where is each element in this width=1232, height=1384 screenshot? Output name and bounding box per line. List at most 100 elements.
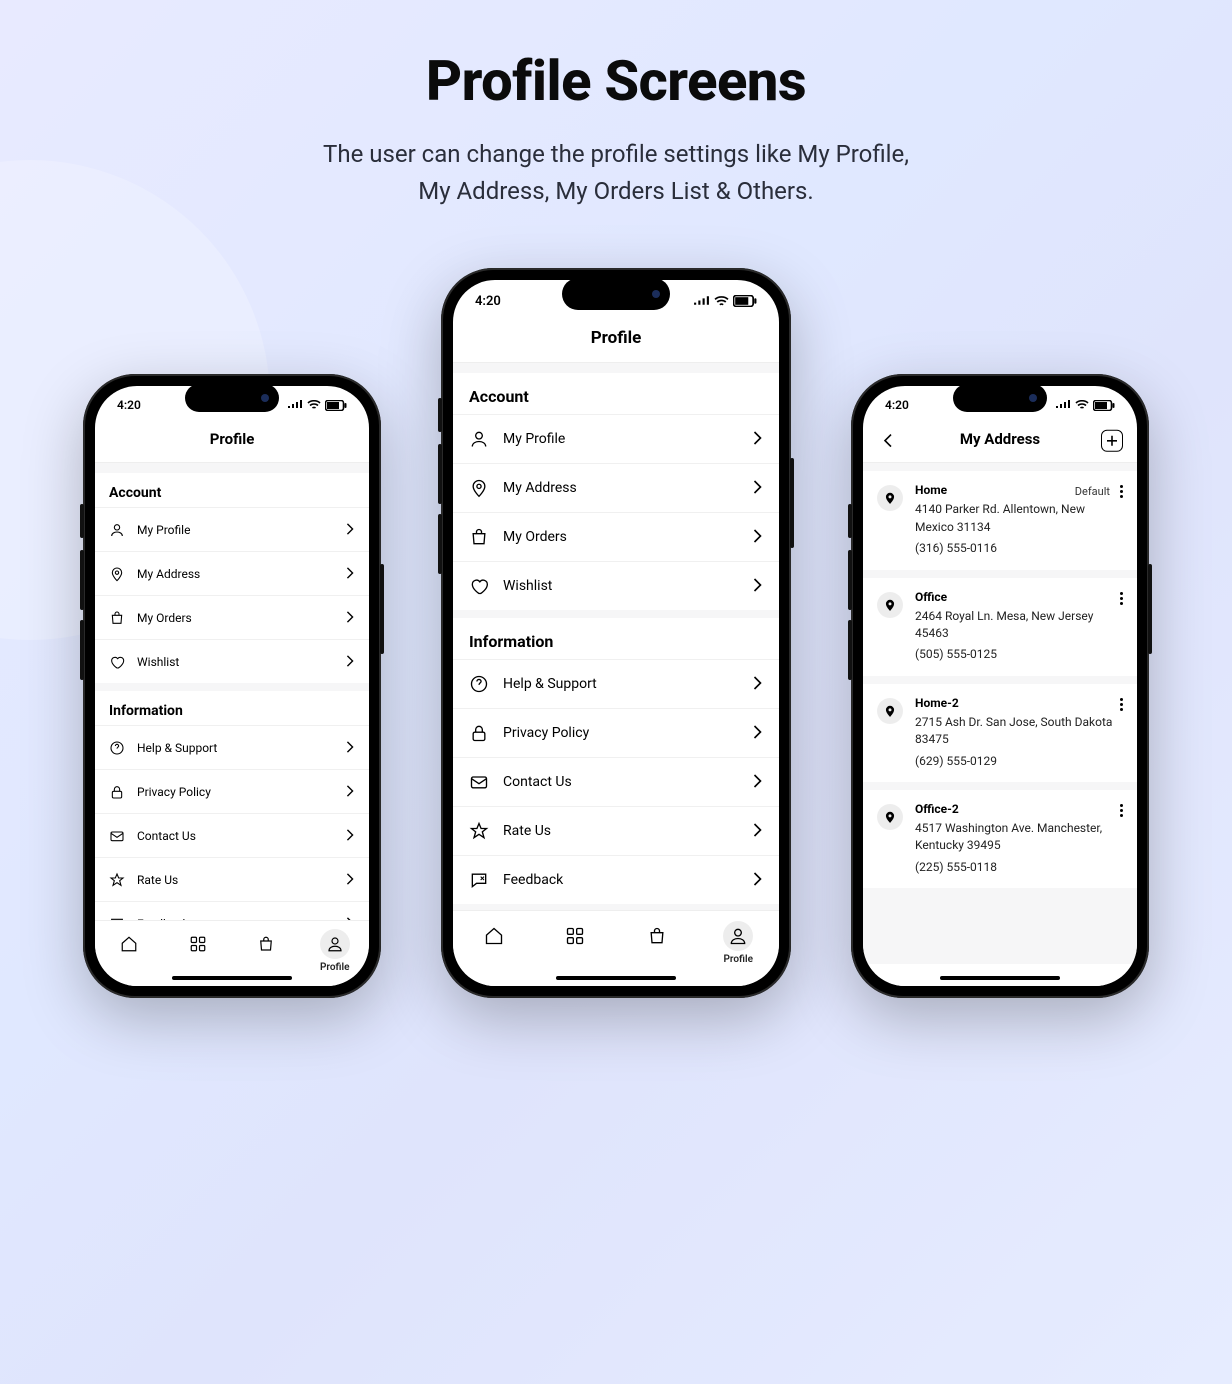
user-icon — [109, 522, 125, 538]
home-icon — [484, 926, 504, 946]
chevron-right-icon — [752, 528, 763, 547]
row-label: My Profile — [137, 523, 333, 537]
address-phone: (629) 555-0129 — [915, 753, 1123, 770]
home-indicator — [940, 976, 1060, 980]
address-line: 2464 Royal Ln. Mesa, New Jersey 45463 — [915, 608, 1123, 643]
section-title-information: Information — [95, 683, 369, 725]
chevron-right-icon — [752, 871, 763, 890]
row-label: Help & Support — [137, 741, 333, 755]
dynamic-island — [953, 384, 1047, 412]
row-help-support[interactable]: Help & Support — [95, 725, 369, 769]
battery-icon — [733, 295, 757, 307]
tab-bar: . . . Profile — [95, 920, 369, 986]
row-my-profile[interactable]: My Profile — [95, 507, 369, 551]
user-icon — [469, 429, 489, 449]
more-icon[interactable] — [1118, 802, 1125, 819]
status-time: 4:20 — [885, 398, 909, 412]
row-contact-us[interactable]: Contact Us — [453, 757, 779, 806]
pin-icon — [877, 698, 903, 724]
more-icon[interactable] — [1118, 696, 1125, 713]
dynamic-island — [185, 384, 279, 412]
chevron-right-icon — [345, 652, 355, 671]
row-feedback[interactable]: Feedback — [453, 855, 779, 904]
address-title: Home-2 — [915, 696, 1123, 710]
tab-bag[interactable]: . — [251, 929, 281, 973]
row-feedback[interactable]: Feedback — [95, 901, 369, 920]
address-card[interactable]: Home-2 2715 Ash Dr. San Jose, South Dako… — [863, 684, 1137, 782]
more-icon[interactable] — [1118, 483, 1125, 500]
tab-grid[interactable]: . — [183, 929, 213, 973]
address-phone: (505) 555-0125 — [915, 646, 1123, 663]
home-icon — [120, 935, 138, 953]
chevron-right-icon — [752, 430, 763, 449]
row-label: Contact Us — [137, 829, 333, 843]
pin-icon — [469, 478, 489, 498]
address-card[interactable]: Office-2 4517 Washington Ave. Manchester… — [863, 790, 1137, 888]
chevron-right-icon — [345, 826, 355, 845]
wifi-icon — [1075, 400, 1089, 410]
screen-header: My Address — [863, 424, 1137, 463]
status-indicators — [1055, 400, 1115, 411]
pin-icon — [877, 592, 903, 618]
grid-icon — [189, 935, 207, 953]
row-privacy-policy[interactable]: Privacy Policy — [95, 769, 369, 813]
home-indicator — [556, 976, 676, 980]
row-label: Privacy Policy — [503, 725, 738, 741]
row-label: Wishlist — [137, 655, 333, 669]
wifi-icon — [307, 400, 321, 410]
address-line: 4140 Parker Rd. Allentown, New Mexico 31… — [915, 501, 1123, 536]
star-icon — [469, 821, 489, 841]
tab-grid[interactable]: . — [560, 921, 590, 965]
status-time: 4:20 — [475, 294, 501, 309]
cellular-icon — [287, 400, 303, 410]
row-wishlist[interactable]: Wishlist — [95, 639, 369, 683]
dynamic-island — [562, 278, 670, 310]
row-rate-us[interactable]: Rate Us — [453, 806, 779, 855]
more-icon[interactable] — [1118, 590, 1125, 607]
chevron-right-icon — [345, 738, 355, 757]
row-label: Contact Us — [503, 774, 738, 790]
row-my-address[interactable]: My Address — [95, 551, 369, 595]
tab-home[interactable]: . — [114, 929, 144, 973]
row-my-address[interactable]: My Address — [453, 463, 779, 512]
address-phone: (316) 555-0116 — [915, 540, 1123, 557]
add-address-button[interactable] — [1101, 430, 1123, 452]
section-title-account: Account — [95, 463, 369, 507]
row-contact-us[interactable]: Contact Us — [95, 813, 369, 857]
help-icon — [469, 674, 489, 694]
row-rate-us[interactable]: Rate Us — [95, 857, 369, 901]
address-card[interactable]: Home 4140 Parker Rd. Allentown, New Mexi… — [863, 471, 1137, 569]
row-wishlist[interactable]: Wishlist — [453, 561, 779, 610]
home-indicator — [172, 976, 292, 980]
chevron-right-icon — [752, 724, 763, 743]
chevron-right-icon — [345, 608, 355, 627]
row-my-orders[interactable]: My Orders — [453, 512, 779, 561]
row-my-profile[interactable]: My Profile — [453, 414, 779, 463]
address-phone: (225) 555-0118 — [915, 859, 1123, 876]
row-label: Rate Us — [503, 823, 738, 839]
section-title-information: Information — [453, 610, 779, 659]
back-button[interactable] — [877, 429, 901, 453]
chevron-right-icon — [345, 782, 355, 801]
bag-icon — [647, 926, 667, 946]
row-privacy-policy[interactable]: Privacy Policy — [453, 708, 779, 757]
feedback-icon — [469, 870, 489, 890]
phone-frame-center: 4:20 Profile Account My Profile — [441, 268, 791, 998]
row-my-orders[interactable]: My Orders — [95, 595, 369, 639]
tab-profile[interactable]: Profile — [320, 929, 350, 973]
chevron-right-icon — [752, 577, 763, 596]
tab-bag[interactable]: . — [642, 921, 672, 965]
star-icon — [109, 872, 125, 888]
cellular-icon — [1055, 400, 1071, 410]
row-help-support[interactable]: Help & Support — [453, 659, 779, 708]
status-indicators — [287, 400, 347, 411]
tab-home[interactable]: . — [479, 921, 509, 965]
address-card[interactable]: Office 2464 Royal Ln. Mesa, New Jersey 4… — [863, 578, 1137, 676]
tab-profile[interactable]: Profile — [723, 921, 753, 965]
section-title-account: Account — [453, 363, 779, 414]
chevron-right-icon — [345, 870, 355, 889]
battery-icon — [1093, 400, 1115, 411]
address-title: Office — [915, 590, 1123, 604]
tab-bar: . . . Profile — [453, 910, 779, 986]
wifi-icon — [714, 296, 729, 307]
